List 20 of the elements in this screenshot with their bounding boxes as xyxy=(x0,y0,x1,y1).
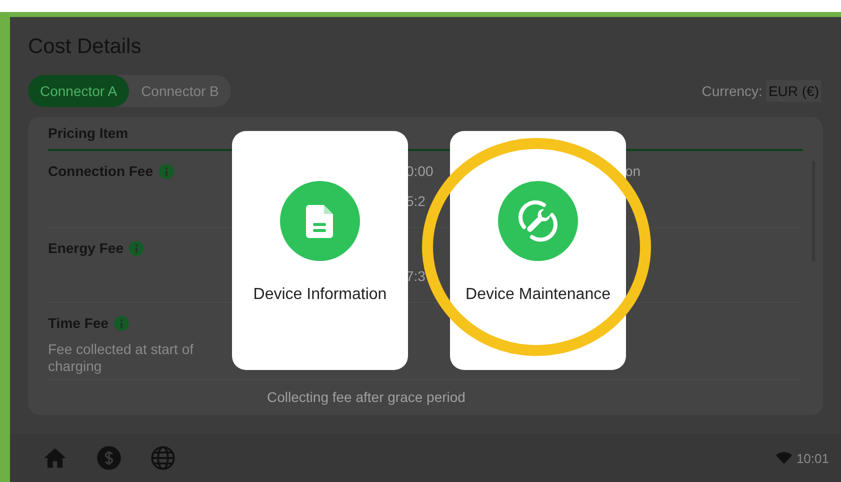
wrench-icon xyxy=(498,181,578,261)
currency-label: Currency: xyxy=(702,83,762,99)
fee-note: Collecting fee after grace period xyxy=(267,389,466,405)
value-text: 7:3 xyxy=(406,268,426,284)
menu-label: Device Information xyxy=(253,286,387,304)
globe-icon[interactable] xyxy=(150,445,176,471)
info-icon[interactable] xyxy=(129,240,144,256)
menu-label: Device Maintenance xyxy=(466,286,610,304)
menu-card[interactable]: Device Maintenance xyxy=(450,131,626,370)
value-text: on xyxy=(625,163,641,179)
clock-time: 10:01 xyxy=(796,450,829,466)
menu-card[interactable]: Device Information xyxy=(232,131,408,370)
info-icon[interactable] xyxy=(114,316,130,330)
info-icon[interactable] xyxy=(159,164,174,178)
dollar-icon[interactable] xyxy=(96,445,122,471)
pricing-item-description: Fee collected at start of charging xyxy=(48,341,195,375)
connector-tab[interactable]: Connector A xyxy=(28,75,130,107)
document-icon xyxy=(280,181,360,261)
connector-tab[interactable]: Connector B xyxy=(129,75,231,107)
wifi-icon xyxy=(776,452,792,464)
